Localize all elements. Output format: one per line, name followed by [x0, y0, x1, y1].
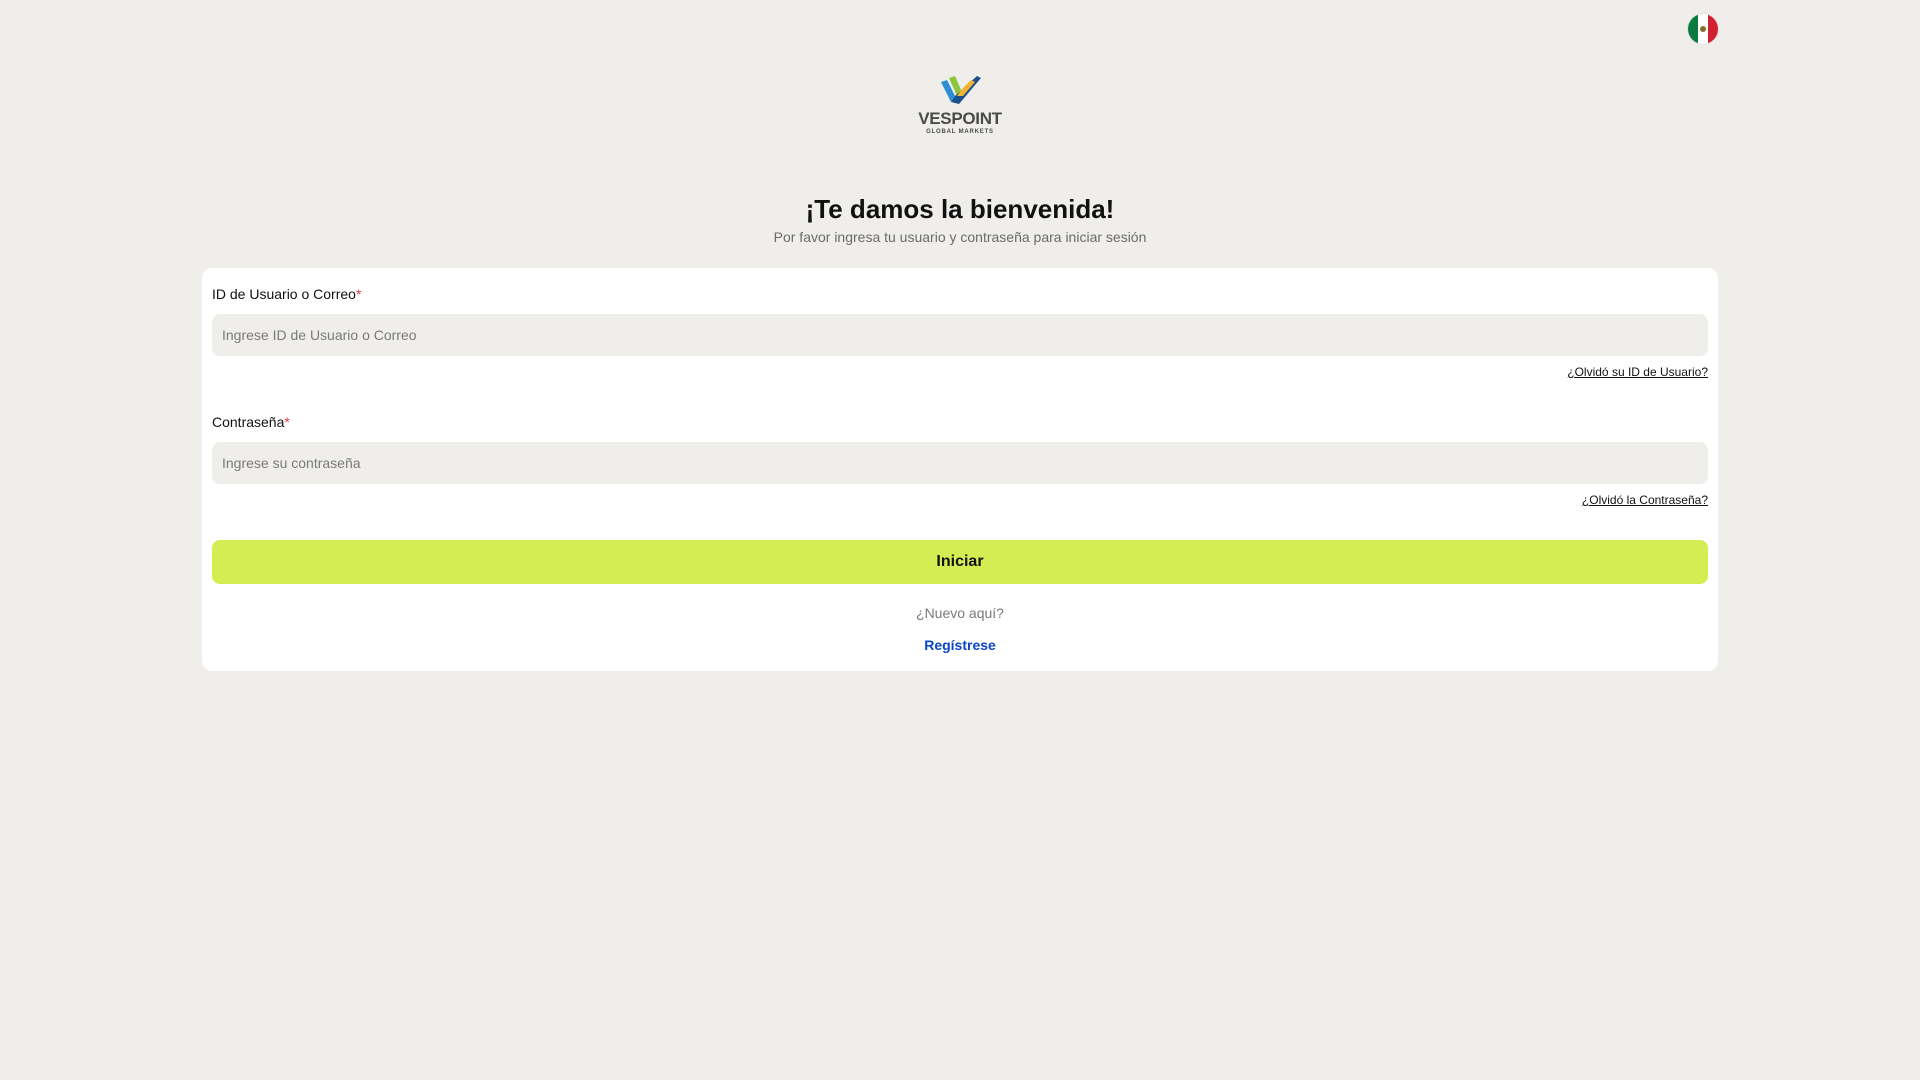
password-label-text: Contraseña	[212, 414, 285, 430]
username-label: ID de Usuario o Correo*	[212, 285, 361, 303]
flag-white-band	[1698, 14, 1708, 44]
logo-tagline: GLOBAL MARKETS	[926, 129, 994, 135]
username-input[interactable]	[212, 314, 1708, 356]
forgot-password-link[interactable]: ¿Olvidó la Contraseña?	[1582, 493, 1708, 507]
login-button[interactable]: Iniciar	[212, 540, 1708, 584]
password-input[interactable]	[212, 442, 1708, 484]
required-mark: *	[284, 414, 290, 430]
flag-red-band	[1708, 14, 1718, 44]
mexico-flag-icon[interactable]	[1688, 14, 1718, 44]
new-here-text: ¿Nuevo aquí?	[916, 605, 1004, 621]
required-mark: *	[355, 286, 362, 302]
flag-green-band	[1688, 14, 1698, 44]
username-label-text: ID de Usuario o Correo	[212, 286, 356, 302]
register-link[interactable]: Regístrese	[202, 636, 1718, 654]
flag-emblem	[1700, 26, 1706, 32]
forgot-username-link[interactable]: ¿Olvidó su ID de Usuario?	[1567, 365, 1708, 379]
page-title: ¡Te damos la bienvenida!	[805, 194, 1115, 224]
logo-brand-text: VESPOINT	[918, 109, 1002, 128]
password-label: Contraseña*	[212, 413, 290, 431]
vespoint-logo: VESPOINT GLOBAL MARKETS	[910, 74, 1010, 146]
login-card: ID de Usuario o Correo* ¿Olvidó su ID de…	[202, 268, 1718, 671]
vespoint-check-logo	[941, 76, 981, 104]
page-subtitle: Por favor ingresa tu usuario y contraseñ…	[773, 229, 1147, 245]
